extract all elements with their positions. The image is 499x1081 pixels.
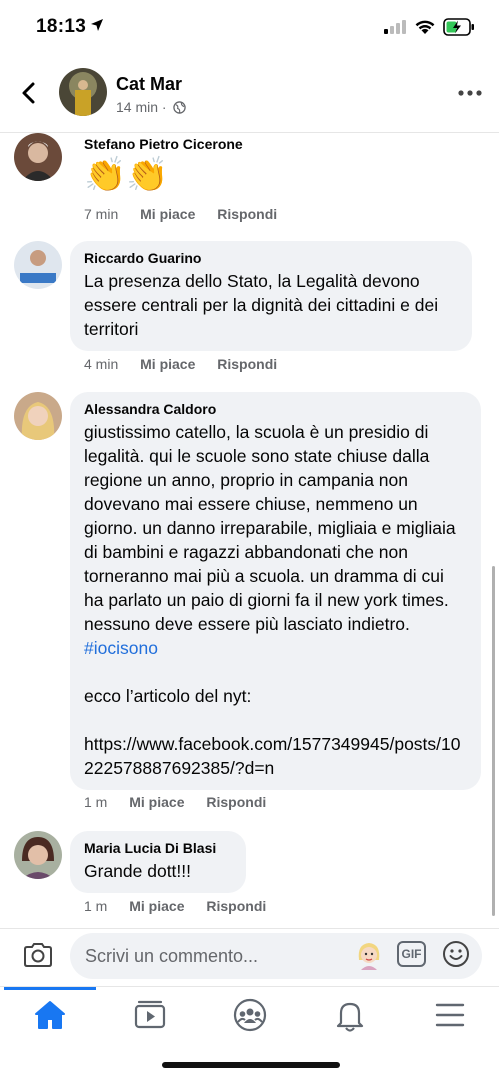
commenter-name[interactable]: Alessandra Caldoro — [84, 400, 467, 418]
commenter-name[interactable]: Maria Lucia Di Blasi — [84, 839, 232, 857]
avatar-sticker-icon[interactable] — [355, 940, 383, 970]
reply-button[interactable]: Rispondi — [206, 898, 266, 914]
status-time: 18:13 — [36, 16, 87, 37]
more-dots-icon[interactable] — [456, 86, 484, 100]
commenter-name[interactable]: Stefano Pietro Cicerone — [84, 135, 484, 153]
commenter-avatar[interactable] — [14, 831, 62, 879]
comment-body: giustissimo catello, la scuola è un pres… — [84, 422, 461, 634]
comment-text: Grande dott!!! — [84, 861, 192, 881]
comment-text-extra: ecco l’articolo del nyt: — [84, 686, 252, 706]
post-time: 14 min · — [116, 99, 167, 115]
post-header: Cat Mar 14 min · — [0, 56, 499, 133]
back-arrow-icon[interactable] — [14, 76, 44, 110]
home-indicator — [162, 1062, 340, 1068]
comment-text: giustissimo catello, la scuola è un pres… — [84, 420, 467, 660]
hashtag-link[interactable]: #iocisono — [84, 638, 158, 658]
camera-icon[interactable] — [22, 941, 54, 969]
emoji-icon[interactable] — [442, 940, 470, 968]
comment-time: 1 m — [84, 794, 108, 810]
scrollbar[interactable] — [492, 566, 495, 916]
reply-button[interactable]: Rispondi — [217, 206, 277, 222]
wifi-icon — [415, 20, 435, 34]
author-name[interactable]: Cat Mar — [116, 74, 182, 95]
comment-text: La presenza dello Stato, la Legalità dev… — [84, 271, 443, 339]
cellular-signal-icon — [384, 20, 406, 34]
like-button[interactable]: Mi piace — [129, 898, 184, 914]
active-tab-indicator — [4, 987, 96, 990]
home-icon[interactable] — [30, 997, 70, 1033]
comment-bubble: Alessandra Caldoro giustissimo catello, … — [70, 392, 481, 790]
like-button[interactable]: Mi piace — [140, 356, 195, 372]
location-arrow-icon — [91, 19, 103, 31]
comment-time: 4 min — [84, 356, 119, 372]
groups-icon[interactable] — [230, 997, 270, 1033]
comment-actions: 4 min Mi piace Rispondi — [84, 356, 295, 372]
article-link[interactable]: https://www.facebook.com/1577349945/post… — [84, 732, 467, 780]
author-avatar[interactable] — [59, 68, 107, 116]
commenter-name[interactable]: Riccardo Guarino — [84, 249, 458, 267]
comment-time: 1 m — [84, 898, 108, 914]
commenter-avatar[interactable] — [14, 133, 62, 181]
like-button[interactable]: Mi piace — [140, 206, 195, 222]
video-icon[interactable] — [130, 997, 170, 1033]
reply-button[interactable]: Rispondi — [206, 794, 266, 810]
commenter-avatar[interactable] — [14, 392, 62, 440]
comment-actions: 7 min Mi piace Rispondi — [84, 206, 295, 222]
status-bar: 18:13 — [0, 0, 499, 56]
bell-icon[interactable] — [330, 997, 370, 1033]
menu-icon[interactable] — [430, 997, 470, 1033]
battery-charging-icon — [443, 18, 474, 36]
reply-button[interactable]: Rispondi — [217, 356, 277, 372]
comment-time: 7 min — [84, 206, 119, 222]
gif-icon[interactable]: GIF — [397, 941, 426, 967]
comment-text: 👏👏 — [84, 156, 169, 194]
globe-icon — [173, 101, 187, 114]
comment-actions: 1 m Mi piace Rispondi — [84, 794, 284, 810]
commenter-avatar[interactable] — [14, 241, 62, 289]
comment-actions: 1 m Mi piace Rispondi — [84, 898, 284, 914]
comment-composer: GIF — [0, 928, 499, 987]
post-meta: 14 min · — [116, 99, 187, 115]
comment-bubble: Maria Lucia Di Blasi Grande dott!!! — [70, 831, 246, 893]
comment-bubble: Riccardo Guarino La presenza dello Stato… — [70, 241, 472, 351]
like-button[interactable]: Mi piace — [129, 794, 184, 810]
